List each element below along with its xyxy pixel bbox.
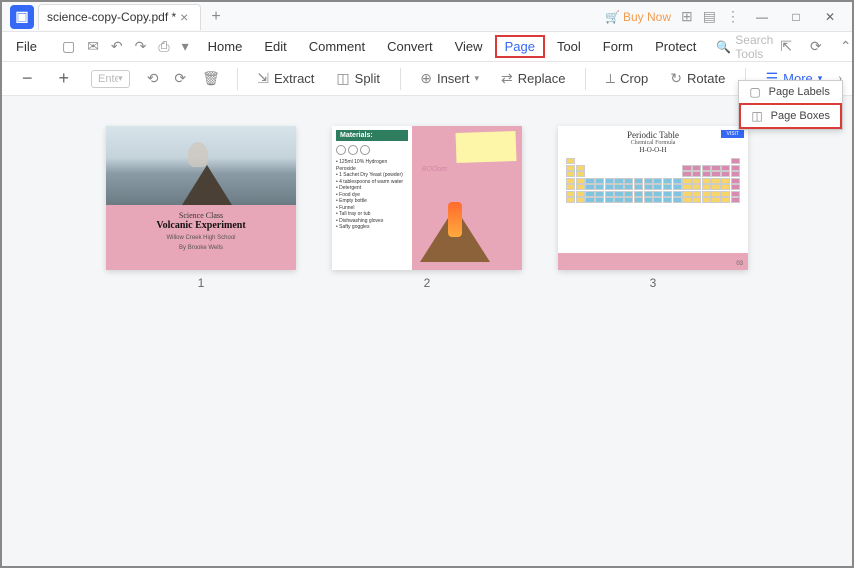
search-tools[interactable]: 🔍 Search Tools [716, 33, 773, 61]
insert-icon: ⊕ [420, 70, 432, 87]
page-number-label: 1 [198, 276, 205, 290]
thumb-byline: By Brooke Wells [110, 245, 292, 251]
rotate-button[interactable]: ↻ Rotate [662, 66, 733, 91]
menu-edit[interactable]: Edit [254, 35, 296, 58]
zoom-in-button[interactable]: + [49, 68, 80, 89]
rotate-ccw-icon[interactable]: ⟲ [142, 68, 164, 89]
extract-button[interactable]: ⇲ Extract [249, 66, 322, 91]
page-labels-icon: ▢ [749, 85, 760, 99]
menu-dots-icon[interactable]: ⋮ [726, 8, 740, 25]
delete-page-icon[interactable]: 🗑 [197, 68, 225, 89]
boom-text: BOOom [422, 166, 447, 173]
page-labels-item[interactable]: ▢ Page Labels [739, 81, 842, 103]
page-number-label: 2 [424, 276, 431, 290]
page-labels-text: Page Labels [769, 86, 830, 98]
split-icon: ◫ [336, 70, 349, 87]
crop-label: Crop [620, 71, 648, 86]
file-menu[interactable]: File [8, 35, 45, 58]
search-icon: 🔍 [716, 40, 731, 54]
menu-view[interactable]: View [445, 35, 493, 58]
page-thumbnail-2[interactable]: VISIT Materials: • 125ml 10% Hydrogen Pe… [332, 126, 522, 290]
more-dropdown: ▢ Page Labels ◫ Page Boxes [738, 80, 843, 130]
replace-button[interactable]: ⇄ Replace [493, 66, 573, 91]
buy-now-link[interactable]: 🛒 Buy Now [605, 10, 671, 24]
buy-now-label: Buy Now [623, 10, 671, 24]
page-boxes-text: Page Boxes [771, 110, 830, 122]
insert-label: Insert [437, 71, 470, 86]
document-tab[interactable]: science-copy-Copy.pdf * × [38, 4, 201, 30]
chevron-down-icon[interactable]: ▾ [118, 73, 123, 84]
close-tab-icon[interactable]: × [176, 9, 192, 25]
save-icon[interactable]: ▢ [57, 36, 80, 57]
materials-label: Materials: [336, 130, 408, 141]
page-toolbar: − + ▾ ⟲ ⟳ 🗑 ⇲ Extract ◫ Split ⊕ Insert ▾ ⇄ Re… [2, 62, 852, 96]
thumb-school: Willow Creek High School [110, 235, 292, 241]
title-bar: ▣ science-copy-Copy.pdf * × + 🛒 Buy Now … [2, 2, 852, 32]
menu-page[interactable]: Page [495, 35, 545, 58]
mail-icon[interactable]: ✉ [82, 36, 104, 57]
close-window-button[interactable]: ✕ [818, 7, 842, 27]
extract-icon: ⇲ [257, 70, 269, 87]
periodic-title: Periodic Table [566, 130, 740, 140]
extract-label: Extract [274, 71, 314, 86]
menu-home[interactable]: Home [198, 35, 253, 58]
replace-label: Replace [518, 71, 566, 86]
page-boxes-item[interactable]: ◫ Page Boxes [739, 103, 842, 129]
share-icon[interactable]: ⇱ [775, 36, 797, 57]
menu-convert[interactable]: Convert [377, 35, 443, 58]
gift-icon[interactable]: ⊞ [681, 8, 693, 25]
page-thumbnail-3[interactable]: VISIT Periodic Table Chemical Formula H-… [558, 126, 748, 290]
menu-bar: File ▢ ✉ ↶ ↷ ⎙ ▾ Home Edit Comment Conve… [2, 32, 852, 62]
redo-icon[interactable]: ↷ [130, 36, 152, 57]
rotate-cw-icon[interactable]: ⟳ [169, 68, 191, 89]
print-icon[interactable]: ⎙ [153, 36, 174, 57]
page-number-input-wrap[interactable]: ▾ [91, 70, 130, 88]
undo-icon[interactable]: ↶ [106, 36, 128, 57]
tab-title: science-copy-Copy.pdf * [47, 10, 176, 24]
search-placeholder: Search Tools [735, 33, 773, 61]
insert-button[interactable]: ⊕ Insert ▾ [412, 66, 487, 91]
thumb-subtitle: Science Class [110, 211, 292, 220]
menu-protect[interactable]: Protect [645, 35, 706, 58]
collapse-icon[interactable]: ⌃ [835, 36, 854, 57]
slide-number: 03 [736, 261, 743, 267]
thumb-badge: VISIT [721, 130, 744, 138]
materials-list: • 125ml 10% Hydrogen Peroxide• 1 Sachet … [336, 159, 408, 231]
page-canvas: VISIT Science Class Volcanic Experiment … [2, 96, 852, 566]
replace-icon: ⇄ [501, 70, 513, 87]
periodic-table [566, 158, 740, 203]
rotate-label: Rotate [687, 71, 725, 86]
maximize-button[interactable]: □ [784, 7, 808, 27]
crop-button[interactable]: ⟂ Crop [598, 66, 657, 91]
app-logo: ▣ [10, 5, 34, 29]
page-number-label: 3 [650, 276, 657, 290]
app-settings-icon[interactable]: ▤ [703, 8, 716, 25]
minimize-button[interactable]: — [750, 7, 774, 27]
page-boxes-icon: ◫ [751, 109, 762, 123]
rotate-icon: ↻ [670, 70, 682, 87]
thumb-title: Volcanic Experiment [110, 220, 292, 231]
zoom-out-button[interactable]: − [12, 68, 43, 89]
menu-form[interactable]: Form [593, 35, 643, 58]
menu-comment[interactable]: Comment [299, 35, 375, 58]
menu-tool[interactable]: Tool [547, 35, 591, 58]
page-thumbnail-1[interactable]: VISIT Science Class Volcanic Experiment … [106, 126, 296, 290]
split-label: Split [355, 71, 380, 86]
add-tab-button[interactable]: + [201, 8, 230, 26]
chevron-down-icon: ▾ [474, 73, 479, 84]
print-dropdown-icon[interactable]: ▾ [177, 36, 194, 57]
page-number-input[interactable] [98, 73, 118, 85]
split-button[interactable]: ◫ Split [328, 66, 388, 91]
periodic-formula: H-O-O-H [566, 146, 740, 154]
cloud-icon[interactable]: ⟳ [805, 36, 827, 57]
crop-icon: ⟂ [606, 70, 615, 87]
